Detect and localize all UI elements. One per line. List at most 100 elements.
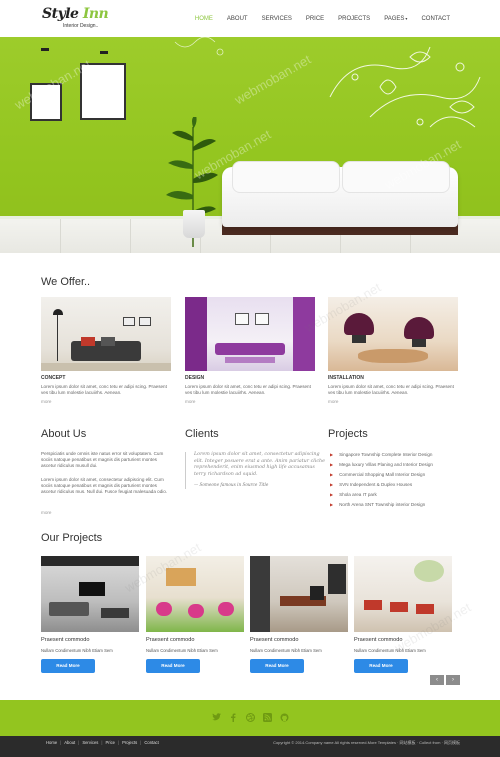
about-title: About Us [41,428,87,440]
offer-more-link[interactable]: more [328,399,458,404]
nav-price[interactable]: PRICE [306,16,324,22]
projects-list: ▶ Singapore Township Complete Interior De… [330,452,433,512]
footer-link-projects[interactable]: Projects [122,740,137,745]
twitter-icon[interactable] [211,712,221,722]
floral-decoration-small [174,37,224,56]
footer-link-home[interactable]: Home [46,740,57,745]
nav-projects[interactable]: PROJECTS [338,16,370,22]
sofa-cushion [342,161,450,193]
read-more-button[interactable]: Read More [146,659,200,673]
project-card-text: Nullam Condimentum Nibh Etiam Sem [146,648,218,653]
hero-banner: webmoban.net webmoban.net webmoban.net w… [0,37,500,253]
logo-text-b: Inn [82,6,109,22]
project-image [354,556,452,632]
client-quote-author: — Someone famous in Source Title [194,482,269,487]
project-link: Commercial Shopping Mall Interior Design [339,472,426,477]
list-item[interactable]: ▶ North Arena SNT Township interior Desig… [330,502,433,512]
nav-about[interactable]: ABOUT [227,16,248,22]
offer-card-title: CONCEPT [41,375,66,381]
footer-separator: | [140,740,142,745]
read-more-button[interactable]: Read More [354,659,408,673]
project-image [146,556,244,632]
footer-separator: | [118,740,120,745]
carousel-next-button[interactable]: › [446,675,460,685]
wall-lamp-icon [41,48,49,51]
list-item[interactable]: ▶ Commercial Shopping Mall Interior Desig… [330,472,433,482]
project-link: Mega luxury Villas Planing and Interior … [339,462,433,467]
client-quote-text: Lorem ipsum dolor sit amet, consectetur … [194,452,325,477]
offer-more-link[interactable]: more [41,399,171,404]
offer-image [185,297,315,371]
footer-nav: Home | About | Services | Price | Projects | … [46,740,162,745]
header: Style Inn Interior Design.. HOME ABOUT S… [0,0,500,37]
about-more-link[interactable]: more [41,510,51,515]
project-card-title: Praesent commodo [250,637,299,643]
logo-text-a: Style [42,6,79,22]
project-card-text: Nullam Condimentum Nibh Etiam Sem [250,648,322,653]
project-link: Singapore Township Complete Interior Des… [339,452,433,457]
offer-image [328,297,458,371]
carousel-prev-button[interactable]: ‹ [430,675,444,685]
list-item[interactable]: ▶ Mega luxury Villas Planing and Interior… [330,462,433,472]
bullet-arrow-icon: ▶ [330,462,334,467]
logo-main: Style Inn [42,6,109,22]
clients-title: Clients [185,428,219,440]
offer-more-link[interactable]: more [185,399,315,404]
list-item[interactable]: ▶ Singapore Township Complete Interior De… [330,452,433,462]
offer-card-title: INSTALLATION [328,375,364,381]
dribbble-icon[interactable] [245,712,255,722]
offer-image [41,297,171,371]
project-link: North Arena SNT Township interior Design [339,502,426,507]
social-links [211,712,296,722]
project-image [41,556,139,632]
about-paragraph: Lorem ipsum dolor sit amet, consectetur … [41,477,168,494]
plant-pot [183,210,205,238]
nav-services[interactable]: SERVICES [262,16,292,22]
copyright-text: Copyright © 2014.Company name All rights… [273,740,460,745]
footer-separator: | [60,740,62,745]
offer-card-text: Lorem ipsum dolor sit amet, conc tetu er… [185,384,311,395]
list-item[interactable]: ▶ Shola area IT park [330,492,433,502]
footer-link-about[interactable]: About [64,740,75,745]
main-nav: HOME ABOUT SERVICES PRICE PROJECTS PAGES… [181,0,450,37]
footer-separator: | [78,740,80,745]
picture-frame [80,63,126,120]
logo[interactable]: Style Inn Interior Design.. [42,6,112,32]
project-card-title: Praesent commodo [146,637,195,643]
footer-link-price[interactable]: Price [105,740,115,745]
project-card: Praesent commodo Nullam Condimentum Nibh… [250,556,348,673]
offer-card-title: DESIGN [185,375,205,381]
nav-home[interactable]: HOME [195,16,213,22]
nav-contact[interactable]: CONTACT [421,16,450,22]
sofa-cushion [232,161,340,193]
offer-card-concept: CONCEPT Lorem ipsum dolor sit amet, conc… [41,297,171,404]
list-item[interactable]: ▶ SVN Independent & Duplex Houses [330,482,433,492]
read-more-button[interactable]: Read More [250,659,304,673]
project-link: Shola area IT park [339,492,377,497]
footer-separator: | [101,740,103,745]
project-card-text: Nullam Condimentum Nibh Etiam Sem [41,648,113,653]
rss-icon[interactable] [262,712,272,722]
project-card-text: Nullam Condimentum Nibh Etiam Sem [354,648,426,653]
project-card: Praesent commodo Nullam Condimentum Nibh… [354,556,452,673]
read-more-button[interactable]: Read More [41,659,95,673]
bullet-arrow-icon: ▶ [330,502,334,507]
github-icon[interactable] [279,712,289,722]
facebook-icon[interactable] [228,712,238,722]
footer-link-contact[interactable]: Contact [144,740,158,745]
projects-title: Projects [328,428,368,440]
project-card: Praesent commodo Nullam Condimentum Nibh… [41,556,139,673]
nav-pages[interactable]: PAGES▾ [384,16,407,22]
bullet-arrow-icon: ▶ [330,472,334,477]
offer-title: We Offer.. [41,276,91,288]
chevron-down-icon: ▾ [405,15,408,21]
carousel-controls: ‹ › [428,675,460,685]
offer-card-text: Lorem ipsum dolor sit amet, conc tetu er… [41,384,167,395]
logo-tagline: Interior Design.. [63,23,99,29]
footer-link-services[interactable]: Services [82,740,98,745]
bullet-arrow-icon: ▶ [330,482,334,487]
wall-lamp-icon [100,51,108,54]
nav-pages-label: PAGES [384,15,405,22]
bullet-arrow-icon: ▶ [330,492,334,497]
project-card-title: Praesent commodo [354,637,403,643]
